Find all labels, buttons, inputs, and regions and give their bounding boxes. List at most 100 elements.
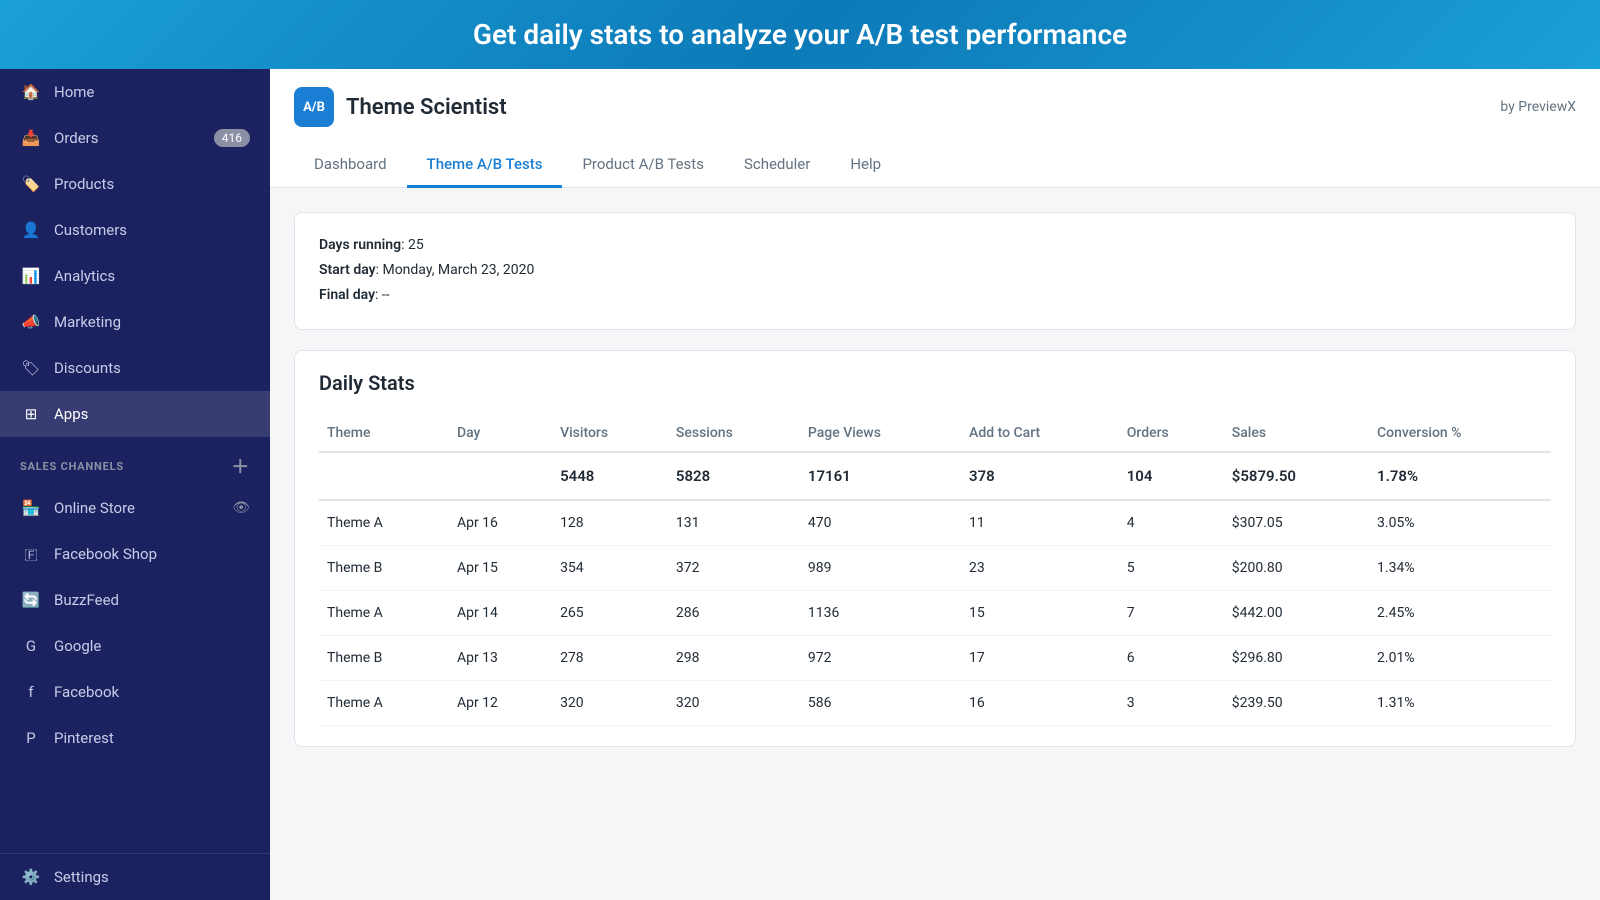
sidebar-item-apps[interactable]: ⊞ Apps: [0, 391, 270, 437]
table-cell: Theme B: [319, 545, 449, 590]
table-cell: Apr 16: [449, 500, 552, 546]
table-header-cell: Add to Cart: [961, 415, 1119, 452]
table-cell: 1136: [800, 590, 961, 635]
table-cell: 1.34%: [1369, 545, 1551, 590]
sales-channels-header: SALES CHANNELS ＋: [0, 437, 270, 485]
table-cell: 7: [1119, 590, 1224, 635]
settings-label: Settings: [54, 868, 109, 886]
table-cell: 3.05%: [1369, 500, 1551, 546]
table-cell: 286: [668, 590, 800, 635]
sidebar-item-facebook-shop[interactable]: 🇫 Facebook Shop: [0, 531, 270, 577]
table-row: Theme AApr 142652861136157$442.002.45%: [319, 590, 1551, 635]
sidebar: 🏠 Home 📥 Orders 416 🏷️ Products 👤 Custom…: [0, 69, 270, 900]
orders-icon: 📥: [20, 127, 42, 149]
table-cell: $296.80: [1224, 635, 1369, 680]
sidebar-item-facebook[interactable]: f Facebook: [0, 669, 270, 715]
sidebar-item-products[interactable]: 🏷️ Products: [0, 161, 270, 207]
table-cell: 470: [800, 500, 961, 546]
table-cell: Apr 14: [449, 590, 552, 635]
totals-cell: 1.78%: [1369, 452, 1551, 500]
totals-cell: [449, 452, 552, 500]
sidebar-item-online-store[interactable]: 🏪 Online Store 👁: [0, 485, 270, 531]
sidebar-item-label: Discounts: [54, 359, 121, 377]
sidebar-item-label: Orders: [54, 129, 99, 147]
buzzfeed-icon: 🔄: [20, 589, 42, 611]
table-header-cell: Theme: [319, 415, 449, 452]
app-by: by PreviewX: [1500, 99, 1576, 115]
totals-cell: 5448: [552, 452, 668, 500]
add-sales-channel-icon[interactable]: ＋: [231, 453, 250, 479]
days-running: Days running: 25: [319, 233, 1551, 258]
sidebar-item-label: Analytics: [54, 267, 115, 285]
daily-stats-card: Daily Stats ThemeDayVisitorsSessionsPage…: [294, 350, 1576, 747]
table-cell: 23: [961, 545, 1119, 590]
totals-cell: 378: [961, 452, 1119, 500]
table-row: Theme BApr 15354372989235$200.801.34%: [319, 545, 1551, 590]
settings-icon: ⚙️: [20, 866, 42, 888]
table-cell: 128: [552, 500, 668, 546]
sidebar-item-analytics[interactable]: 📊 Analytics: [0, 253, 270, 299]
table-cell: 972: [800, 635, 961, 680]
sidebar-item-orders[interactable]: 📥 Orders 416: [0, 115, 270, 161]
table-header-cell: Conversion %: [1369, 415, 1551, 452]
sidebar-item-buzzfeed[interactable]: 🔄 BuzzFeed: [0, 577, 270, 623]
google-icon: G: [20, 635, 42, 657]
table-cell: Apr 12: [449, 680, 552, 725]
sidebar-item-pinterest[interactable]: P Pinterest: [0, 715, 270, 761]
table-cell: 17: [961, 635, 1119, 680]
table-cell: 5: [1119, 545, 1224, 590]
daily-stats-title: Daily Stats: [319, 371, 1551, 395]
sidebar-item-customers[interactable]: 👤 Customers: [0, 207, 270, 253]
sidebar-channel-label: Google: [54, 637, 101, 655]
table-cell: $200.80: [1224, 545, 1369, 590]
customers-icon: 👤: [20, 219, 42, 241]
table-row: Theme BApr 13278298972176$296.802.01%: [319, 635, 1551, 680]
totals-cell: 5828: [668, 452, 800, 500]
daily-stats-table: ThemeDayVisitorsSessionsPage ViewsAdd to…: [319, 415, 1551, 726]
table-cell: $239.50: [1224, 680, 1369, 725]
table-cell: 586: [800, 680, 961, 725]
sidebar-channel-label: BuzzFeed: [54, 591, 119, 609]
online-store-icon: 🏪: [20, 497, 42, 519]
content-area: A/B Theme Scientist by PreviewX Dashboar…: [270, 69, 1600, 900]
sidebar-item-marketing[interactable]: 📣 Marketing: [0, 299, 270, 345]
table-cell: 320: [668, 680, 800, 725]
table-cell: 2.45%: [1369, 590, 1551, 635]
sidebar-channel-label: Facebook: [54, 683, 119, 701]
analytics-icon: 📊: [20, 265, 42, 287]
table-totals-row: 5448582817161378104$5879.501.78%: [319, 452, 1551, 500]
app-title: Theme Scientist: [346, 95, 507, 120]
table-cell: 3: [1119, 680, 1224, 725]
home-icon: 🏠: [20, 81, 42, 103]
tabs: DashboardTheme A/B TestsProduct A/B Test…: [294, 143, 1576, 187]
pinterest-icon: P: [20, 727, 42, 749]
table-cell: 16: [961, 680, 1119, 725]
tab-dashboard[interactable]: Dashboard: [294, 143, 407, 188]
totals-cell: [319, 452, 449, 500]
eye-icon[interactable]: 👁: [232, 500, 250, 516]
table-header-cell: Sessions: [668, 415, 800, 452]
facebook-icon: f: [20, 681, 42, 703]
sidebar-item-label: Products: [54, 175, 114, 193]
sidebar-item-discounts[interactable]: 🏷 Discounts: [0, 345, 270, 391]
table-cell: 354: [552, 545, 668, 590]
sidebar-item-google[interactable]: G Google: [0, 623, 270, 669]
table-row: Theme AApr 12320320586163$239.501.31%: [319, 680, 1551, 725]
table-cell: Theme A: [319, 680, 449, 725]
sidebar-item-settings[interactable]: ⚙️ Settings: [0, 854, 270, 900]
test-info-card: Days running: 25 Start day: Monday, Marc…: [294, 212, 1576, 330]
table-cell: $442.00: [1224, 590, 1369, 635]
tab-product-ab-tests[interactable]: Product A/B Tests: [562, 143, 723, 188]
table-cell: 320: [552, 680, 668, 725]
table-cell: 989: [800, 545, 961, 590]
tab-help[interactable]: Help: [830, 143, 901, 188]
tab-scheduler[interactable]: Scheduler: [724, 143, 830, 188]
sidebar-item-home[interactable]: 🏠 Home: [0, 69, 270, 115]
tab-theme-ab-tests[interactable]: Theme A/B Tests: [407, 143, 563, 188]
table-cell: 2.01%: [1369, 635, 1551, 680]
table-cell: 4: [1119, 500, 1224, 546]
table-cell: Theme A: [319, 500, 449, 546]
table-cell: $307.05: [1224, 500, 1369, 546]
table-cell: Apr 13: [449, 635, 552, 680]
sidebar-item-label: Home: [54, 83, 94, 101]
